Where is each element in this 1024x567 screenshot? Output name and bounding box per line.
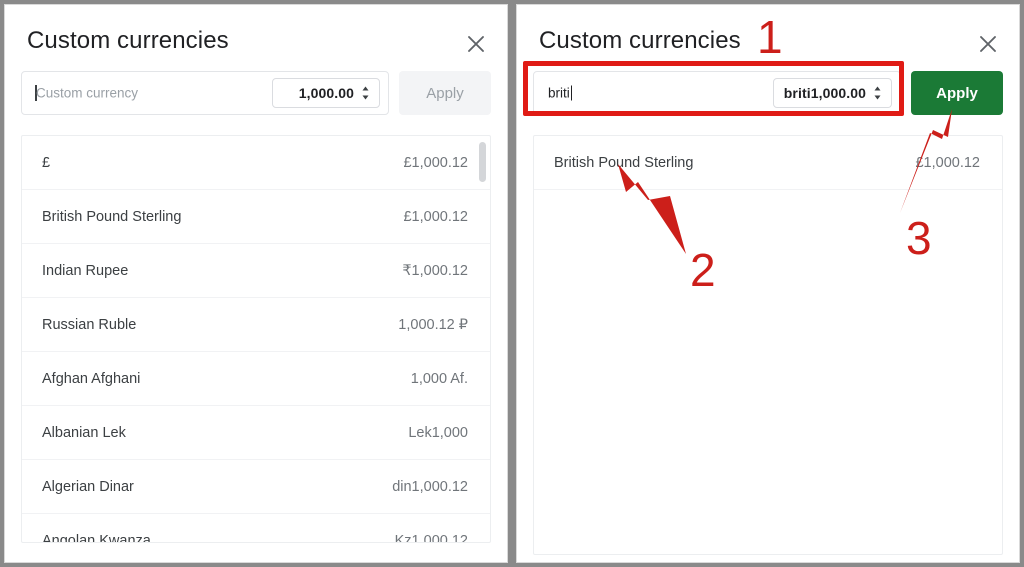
custom-currencies-dialog-after: Custom currencies briti briti1,000.00 Ap… xyxy=(516,4,1020,563)
stepper-arrows-icon[interactable] xyxy=(361,85,370,101)
table-row[interactable]: Afghan Afghani 1,000 Af. xyxy=(22,352,490,406)
currency-value: Lek1,000 xyxy=(408,424,468,441)
table-row[interactable]: Angolan Kwanza Kz1,000.12 xyxy=(22,514,490,543)
search-row-left: Custom currency 1,000.00 Apply xyxy=(21,71,491,115)
close-icon[interactable] xyxy=(463,31,489,57)
amount-stepper-value: 1,000.00 xyxy=(298,85,354,101)
currency-value: £1,000.12 xyxy=(403,208,468,225)
currency-name: Algerian Dinar xyxy=(42,478,134,495)
currency-value: Kz1,000.12 xyxy=(394,532,468,543)
currency-value: £1,000.12 xyxy=(915,154,980,171)
dialog-header-left: Custom currencies xyxy=(5,5,507,71)
currency-value: £1,000.12 xyxy=(403,154,468,171)
currency-name: Afghan Afghani xyxy=(42,370,141,387)
currency-name: Indian Rupee xyxy=(42,262,129,279)
table-row[interactable]: Russian Ruble 1,000.12 ₽ xyxy=(22,298,490,352)
dialog-header-right: Custom currencies xyxy=(517,5,1019,71)
table-row[interactable]: £ £1,000.12 xyxy=(22,136,490,190)
stepper-arrows-icon[interactable] xyxy=(873,85,882,101)
custom-currency-value: briti xyxy=(548,85,573,101)
table-row[interactable]: Albanian Lek Lek1,000 xyxy=(22,406,490,460)
table-row[interactable]: Algerian Dinar din1,000.12 xyxy=(22,460,490,514)
custom-currency-input[interactable]: briti briti1,000.00 xyxy=(533,71,901,115)
table-row[interactable]: British Pound Sterling £1,000.12 xyxy=(534,136,1002,190)
custom-currency-typed-text: briti xyxy=(548,85,570,101)
currency-name: British Pound Sterling xyxy=(42,208,182,225)
currency-list-before: £ £1,000.12 British Pound Sterling £1,00… xyxy=(21,135,491,543)
screenshot-stage: Custom currencies Custom currency 1,000.… xyxy=(0,0,1024,567)
text-caret xyxy=(570,85,573,101)
currency-value: 1,000 Af. xyxy=(410,370,468,387)
apply-button[interactable]: Apply xyxy=(911,71,1003,115)
currency-name: Albanian Lek xyxy=(42,424,126,441)
apply-button[interactable]: Apply xyxy=(399,71,491,115)
table-row[interactable]: British Pound Sterling £1,000.12 xyxy=(22,190,490,244)
page-title: Custom currencies xyxy=(539,27,741,54)
currency-name: Russian Ruble xyxy=(42,316,137,333)
currency-name: British Pound Sterling xyxy=(554,154,694,171)
list-scrollbar-thumb[interactable] xyxy=(479,142,486,182)
currency-name: £ xyxy=(42,154,51,171)
table-row[interactable]: Indian Rupee ₹1,000.12 xyxy=(22,244,490,298)
currency-list-after: British Pound Sterling £1,000.12 xyxy=(533,135,1003,555)
currency-value: din1,000.12 xyxy=(392,478,468,495)
currency-name: Angolan Kwanza xyxy=(42,532,151,543)
currency-value: ₹1,000.12 xyxy=(402,262,468,279)
custom-currency-placeholder: Custom currency xyxy=(36,85,139,101)
amount-stepper[interactable]: 1,000.00 xyxy=(272,78,380,108)
custom-currencies-dialog-before: Custom currencies Custom currency 1,000.… xyxy=(4,4,508,563)
search-row-right: briti briti1,000.00 Apply xyxy=(533,71,1003,115)
currency-value: 1,000.12 ₽ xyxy=(398,316,468,333)
custom-currency-input[interactable]: Custom currency 1,000.00 xyxy=(21,71,389,115)
close-icon[interactable] xyxy=(975,31,1001,57)
page-title: Custom currencies xyxy=(27,27,229,54)
amount-stepper-value: briti1,000.00 xyxy=(783,85,866,101)
amount-stepper[interactable]: briti1,000.00 xyxy=(772,78,892,108)
